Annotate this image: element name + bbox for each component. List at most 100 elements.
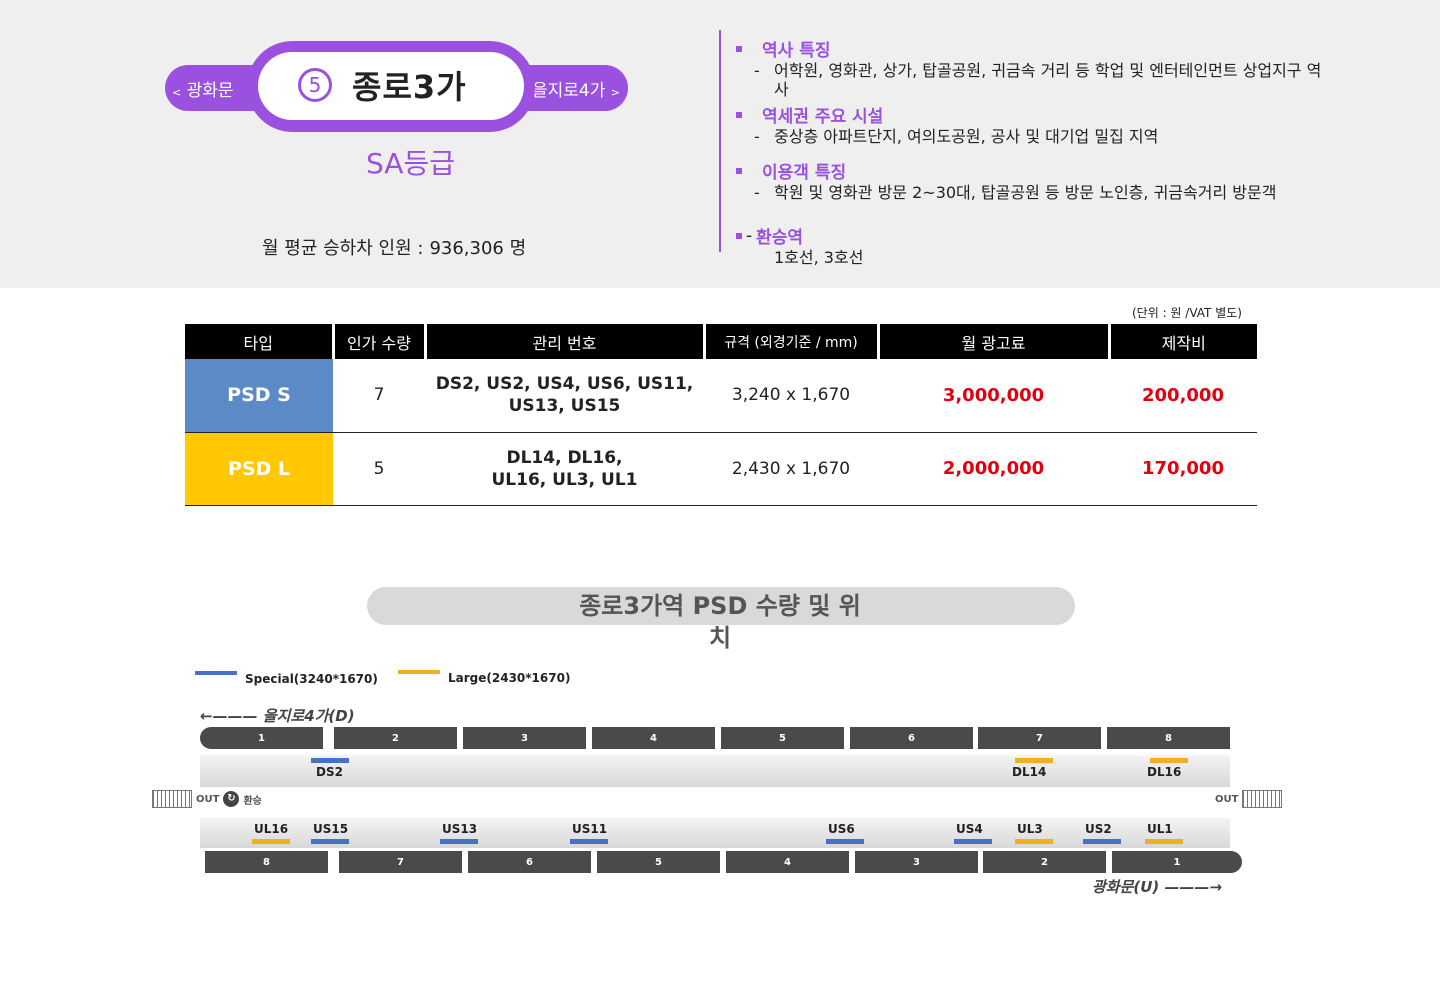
bullet-icon [736,111,742,118]
train-car-bottom: 2 [983,851,1106,873]
info-title: - 환승역 [736,223,1334,248]
right-arrow-icon: > [610,86,621,99]
stairs-icon [1242,790,1283,808]
info-body-text: 1호선, 3호선 [774,248,864,267]
fee-cell: 2,000,000 [878,432,1109,506]
train-car-bottom: 4 [726,851,849,873]
psd-label-bottom: UL1 [1147,822,1173,836]
train-car-bottom: 5 [597,851,720,873]
psd-marker-bottom [570,839,608,844]
direction-top: ←——— 을지로4가(D) [200,707,355,725]
count-cell: 5 [333,432,425,506]
stairs-icon [152,790,192,808]
info-body-text: 어학원, 영화관, 상가, 탑골공원, 귀금속 거리 등 학업 및 엔터테인먼트… [774,61,1322,99]
direction-top-label: 을지로4가(D) [262,707,355,725]
info-body: - 학원 및 영화관 방문 2~30대, 탑골공원 등 방문 노인층, 귀금속거리… [754,183,1334,202]
divider [719,30,721,252]
bullet-icon [736,232,742,239]
psd-marker-bottom [1083,839,1121,844]
info-title: 역사 특징 [736,36,1334,61]
info-title-text: 역세권 주요 시설 [762,107,884,127]
info-section: 역사 특징 - 어학원, 영화관, 상가, 탑골공원, 귀금속 거리 등 학업 및… [736,36,1334,99]
train-car-top: 6 [850,727,973,749]
train-car-top: 3 [463,727,586,749]
exit-label: OUT [196,793,220,805]
info-section: 역세권 주요 시설 - 중상층 아파트단지, 여의도공원, 공사 및 대기업 밀집… [736,102,1334,146]
psd-marker-bottom [311,839,349,844]
monthly-passengers-value: 936,306 명 [429,238,527,259]
map-title-line1: 종로3가역 PSD 수량 및 위 [579,592,861,620]
dash-icon: - [754,61,760,80]
psd-marker-bottom [440,839,478,844]
info-body-text: 중상층 아파트단지, 여의도공원, 공사 및 대기업 밀집 지역 [774,127,1159,146]
header-type: 타입 [185,324,333,359]
transfer-icon: ↻ [223,791,240,807]
info-body: 1호선, 3호선 [754,248,1334,267]
psd-price-table: 타입 인가 수량 관리 번호 규격 (외경기준 / mm) 월 광고료 제작비 … [185,324,1257,506]
legend-large: Large(2430*1670) [398,670,571,685]
prev-station-label: 광화문 [186,81,234,101]
exit-label: OUT [1215,793,1239,805]
info-section: 이용객 특징 - 학원 및 영화관 방문 2~30대, 탑골공원 등 방문 노인층… [736,158,1334,202]
psd-label-top: DL14 [1012,765,1047,779]
psd-marker-top [311,758,349,763]
train-car-bottom: 8 [205,851,328,873]
header-fee: 월 광고료 [876,324,1109,359]
psd-label-top: DS2 [316,765,343,779]
train-car-top: 8 [1107,727,1230,749]
info-title: 역세권 주요 시설 [736,102,1334,127]
legend-large-label: Large(2430*1670) [448,671,571,685]
info-title-text: 역사 특징 [762,41,831,61]
psd-label-top: DL16 [1147,765,1182,779]
train-car-bottom: 3 [855,851,978,873]
info-section: - 환승역 1호선, 3호선 [736,223,1334,267]
train-car-top: 1 [200,727,323,749]
info-body-text: 학원 및 영화관 방문 2~30대, 탑골공원 등 방문 노인층, 귀금속거리 … [774,183,1277,202]
mgmt-line2: UL16, UL3, UL1 [491,469,638,490]
mgmt-cell: DL14, DL16, UL16, UL3, UL1 [425,432,704,506]
train-car-top: 4 [592,727,715,749]
train-car-top: 7 [978,727,1101,749]
mgmt-line1: DL14, DL16, [506,447,623,468]
psd-marker-bottom [826,839,864,844]
platform-top [200,755,1230,787]
table-row: PSD S 7 DS2, US2, US4, US6, US11, US13, US1… [185,359,1257,433]
header-size: 규격 (외경기준 / mm) [702,324,878,359]
large-swatch [398,670,440,674]
legend-special: Special(3240*1670) [195,671,378,686]
platform-bottom [200,818,1230,848]
size-cell: 3,240 x 1,670 [704,359,878,433]
train-car-bottom: 7 [339,851,462,873]
mgmt-line1: DS2, US2, US4, US6, US11, [435,374,694,395]
legend-special-label: Special(3240*1670) [245,672,378,686]
psd-marker-top [1150,758,1188,763]
bullet-icon [736,167,742,174]
psd-label-bottom: US6 [828,822,855,836]
count-cell: 7 [333,359,425,433]
mgmt-cell: DS2, US2, US4, US6, US11, US13, US15 [425,359,704,433]
info-title-text: 환승역 [756,228,804,248]
train-car-bottom: 1 [1112,851,1242,873]
monthly-passengers-label: 월 평균 승하차 인원 : [262,238,424,259]
info-body: - 중상층 아파트단지, 여의도공원, 공사 및 대기업 밀집 지역 [754,127,1334,146]
info-title: 이용객 특징 [736,158,1334,183]
train-car-top: 5 [721,727,844,749]
production-cell: 200,000 [1109,359,1257,433]
left-arrow-icon: < [172,86,182,99]
type-cell: PSD S [185,359,333,433]
production-cell: 170,000 [1109,432,1257,506]
table-header-row: 타입 인가 수량 관리 번호 규격 (외경기준 / mm) 월 광고료 제작비 [185,324,1257,359]
unit-note: (단위 : 원 /VAT 별도) [1132,306,1242,320]
type-cell: PSD L [185,432,333,506]
psd-label-bottom: UL3 [1017,822,1043,836]
info-title-text: 이용객 특징 [762,163,847,183]
dash-icon: - [754,127,760,146]
dash-icon: - [754,183,760,202]
monthly-passengers: 월 평균 승하차 인원 :936,306 명 [262,234,526,260]
train-car-bottom: 6 [468,851,591,873]
mgmt-line2: US13, US15 [508,396,621,417]
psd-label-bottom: UL16 [254,822,289,836]
direction-bottom-label: 광화문(U) [1092,878,1160,896]
prev-station: < 광화문 [172,76,234,101]
